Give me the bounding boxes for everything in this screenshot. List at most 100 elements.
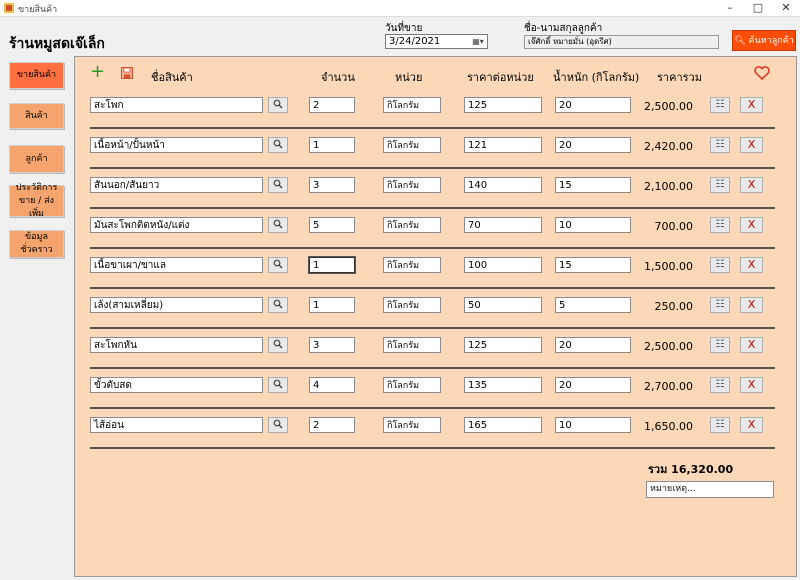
weight-field[interactable]: 15 (555, 257, 631, 273)
product-name-field[interactable]: เนื้อขาเผา/ขาแล (90, 257, 263, 273)
delete-row-button[interactable]: X (740, 217, 763, 233)
edit-row-button[interactable]: ☷ (710, 417, 730, 433)
quantity-field[interactable]: 1 (308, 256, 356, 274)
edit-row-button[interactable]: ☷ (710, 177, 730, 193)
window-title: ขายสินค้า (18, 5, 58, 15)
edit-row-button[interactable]: ☷ (710, 97, 730, 113)
unit-price-field[interactable]: 121 (464, 137, 542, 153)
close-button[interactable]: ✕ (772, 0, 800, 16)
product-search-button[interactable] (268, 297, 288, 313)
delete-row-button[interactable]: X (740, 177, 763, 193)
unit-field[interactable]: กิโลกรัม (383, 97, 441, 113)
note-field[interactable]: หมายเหตุ... (646, 481, 774, 498)
unit-price-field[interactable]: 140 (464, 177, 542, 193)
unit-field[interactable]: กิโลกรัม (383, 337, 441, 353)
delete-row-button[interactable]: X (740, 337, 763, 353)
plus-icon[interactable]: + (90, 63, 105, 81)
delete-row-button[interactable]: X (740, 137, 763, 153)
unit-field[interactable]: กิโลกรัม (383, 137, 441, 153)
quantity-field[interactable]: 3 (309, 337, 355, 353)
unit-price-field[interactable]: 125 (464, 97, 542, 113)
quantity-field[interactable]: 2 (309, 417, 355, 433)
heart-icon[interactable] (754, 66, 770, 83)
product-name-field[interactable]: สะโพก (90, 97, 263, 113)
product-search-button[interactable] (268, 377, 288, 393)
product-name-field[interactable]: ขั้วตับสด (90, 377, 263, 393)
weight-field[interactable]: 20 (555, 377, 631, 393)
sidebar: ขายสินค้า สินค้า ลูกค้า ประวัติการขาย / … (0, 55, 73, 580)
weight-field[interactable]: 20 (555, 97, 631, 113)
unit-field[interactable]: กิโลกรัม (383, 417, 441, 433)
weight-field[interactable]: 20 (555, 337, 631, 353)
unit-price-field[interactable]: 100 (464, 257, 542, 273)
product-name-field[interactable]: สะโพกหัน (90, 337, 263, 353)
magnifier-icon (273, 259, 283, 272)
weight-field[interactable]: 10 (555, 417, 631, 433)
quantity-field[interactable]: 4 (309, 377, 355, 393)
quantity-field[interactable]: 3 (309, 177, 355, 193)
magnifier-icon (273, 139, 283, 152)
unit-price-field[interactable]: 50 (464, 297, 542, 313)
delete-row-button[interactable]: X (740, 377, 763, 393)
edit-row-button[interactable]: ☷ (710, 217, 730, 233)
sale-date-picker[interactable]: 3/24/2021 ▦▾ (385, 34, 488, 49)
sidebar-item-temp-data[interactable]: ข้อมูลชั่วคราว (9, 230, 64, 258)
weight-field[interactable]: 15 (555, 177, 631, 193)
product-search-button[interactable] (268, 97, 288, 113)
weight-field[interactable]: 5 (555, 297, 631, 313)
product-search-button[interactable] (268, 337, 288, 353)
unit-field[interactable]: กิโลกรัม (383, 257, 441, 273)
weight-field[interactable]: 10 (555, 217, 631, 233)
delete-row-button[interactable]: X (740, 417, 763, 433)
quantity-field[interactable]: 1 (309, 297, 355, 313)
row-total: 2,500.00 (644, 100, 693, 113)
weight-field[interactable]: 20 (555, 137, 631, 153)
calendar-icon[interactable]: ▦▾ (471, 36, 485, 47)
sidebar-item-sell[interactable]: ขายสินค้า (9, 62, 64, 89)
product-search-button[interactable] (268, 217, 288, 233)
magnifier-icon (273, 419, 283, 432)
unit-price-field[interactable]: 135 (464, 377, 542, 393)
product-name-field[interactable]: เล้ง(สามเหลี่ยม) (90, 297, 263, 313)
quantity-field[interactable]: 5 (309, 217, 355, 233)
product-search-button[interactable] (268, 417, 288, 433)
sidebar-item-customers[interactable]: ลูกค้า (9, 145, 64, 173)
col-header-unit-price: ราคาต่อหน่วย (467, 71, 534, 84)
unit-field[interactable]: กิโลกรัม (383, 177, 441, 193)
edit-row-button[interactable]: ☷ (710, 377, 730, 393)
product-search-button[interactable] (268, 257, 288, 273)
product-name-field[interactable]: เนื้อหน้า/ปั้นหน้า (90, 137, 263, 153)
search-customer-button[interactable]: 🔍︎ ค้นหาลูกค้า (732, 30, 796, 51)
sidebar-item-sales-history[interactable]: ประวัติการขาย / ส่งเพิ่ม (9, 183, 64, 219)
customer-name-field[interactable]: เจ๊ศักดิ์ หมายมั่น (อุดรีศ) (524, 35, 719, 49)
unit-field[interactable]: กิโลกรัม (383, 297, 441, 313)
edit-row-button[interactable]: ☷ (710, 257, 730, 273)
unit-price-field[interactable]: 165 (464, 417, 542, 433)
app-icon (4, 3, 14, 13)
store-name: ร้านหมูสดเจ๊เล็ก (9, 36, 105, 52)
quantity-field[interactable]: 1 (309, 137, 355, 153)
minimize-button[interactable]: – (716, 0, 744, 16)
edit-row-button[interactable]: ☷ (710, 137, 730, 153)
sidebar-item-products[interactable]: สินค้า (9, 103, 64, 129)
product-search-button[interactable] (268, 137, 288, 153)
unit-field[interactable]: กิโลกรัม (383, 377, 441, 393)
unit-price-field[interactable]: 125 (464, 337, 542, 353)
edit-row-button[interactable]: ☷ (710, 337, 730, 353)
delete-row-button[interactable]: X (740, 297, 763, 313)
row-total: 2,100.00 (644, 180, 693, 193)
product-name-field[interactable]: สันนอก/สันยาว (90, 177, 263, 193)
unit-field[interactable]: กิโลกรัม (383, 217, 441, 233)
save-icon[interactable] (121, 67, 133, 79)
unit-price-field[interactable]: 70 (464, 217, 542, 233)
delete-row-button[interactable]: X (740, 97, 763, 113)
edit-row-button[interactable]: ☷ (710, 297, 730, 313)
quantity-field[interactable]: 2 (309, 97, 355, 113)
delete-row-button[interactable]: X (740, 257, 763, 273)
maximize-button[interactable]: □ (744, 0, 772, 16)
product-name-field[interactable]: ไส้อ่อน (90, 417, 263, 433)
col-header-total: ราคารวม (657, 71, 702, 84)
product-name-field[interactable]: มันสะโพกติดหนัง/แต่ง (90, 217, 263, 233)
sale-date-value: 3/24/2021 (389, 36, 441, 47)
product-search-button[interactable] (268, 177, 288, 193)
